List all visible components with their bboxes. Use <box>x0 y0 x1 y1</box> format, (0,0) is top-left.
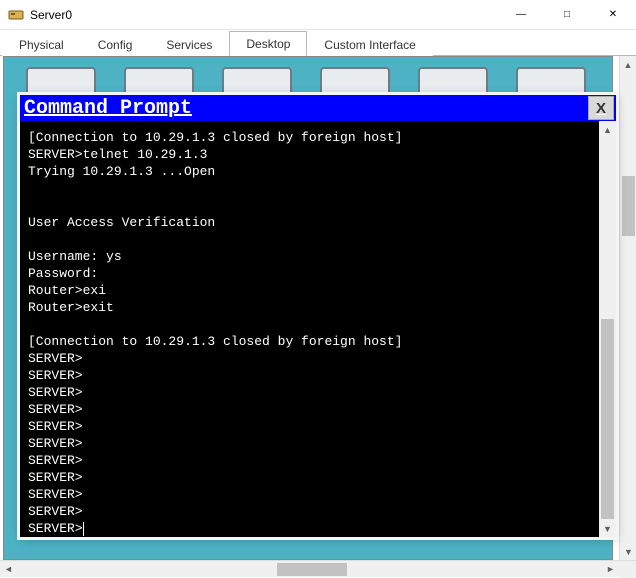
terminal-vertical-scrollbar[interactable]: ▲ ▼ <box>599 121 616 537</box>
command-prompt-window: Command Prompt X [Connection to 10.29.1.… <box>20 95 616 537</box>
tab-config[interactable]: Config <box>81 32 150 56</box>
window-title: Server0 <box>30 8 72 22</box>
scroll-down-icon[interactable]: ▼ <box>620 543 636 560</box>
minimize-button[interactable]: — <box>498 0 544 30</box>
titlebar: Server0 — □ ✕ <box>0 0 636 30</box>
scroll-right-icon[interactable]: ► <box>602 561 619 578</box>
scroll-left-icon[interactable]: ◄ <box>0 561 17 578</box>
scrollbar-corner <box>619 561 636 578</box>
scrollbar-track[interactable] <box>17 561 602 578</box>
app-icon <box>8 7 24 23</box>
scrollbar-thumb[interactable] <box>601 319 614 519</box>
command-prompt-close-button[interactable]: X <box>588 96 614 120</box>
tab-custom-interface[interactable]: Custom Interface <box>307 32 432 56</box>
scrollbar-thumb[interactable] <box>622 176 635 236</box>
tab-physical[interactable]: Physical <box>2 32 81 56</box>
tab-services[interactable]: Services <box>149 32 229 56</box>
tab-desktop[interactable]: Desktop <box>229 31 307 56</box>
maximize-button[interactable]: □ <box>544 0 590 30</box>
command-prompt-titlebar[interactable]: Command Prompt X <box>20 95 616 121</box>
scroll-up-icon[interactable]: ▲ <box>599 121 616 138</box>
command-prompt-title: Command Prompt <box>24 97 192 120</box>
desktop-vertical-scrollbar[interactable]: ▲ ▼ <box>619 56 636 560</box>
scroll-up-icon[interactable]: ▲ <box>620 56 636 73</box>
desktop-horizontal-scrollbar[interactable]: ◄ ► <box>0 560 636 577</box>
terminal-cursor <box>83 522 84 536</box>
tab-strip: Physical Config Services Desktop Custom … <box>0 30 636 56</box>
scrollbar-thumb[interactable] <box>277 563 347 576</box>
scroll-down-icon[interactable]: ▼ <box>599 520 616 537</box>
close-button[interactable]: ✕ <box>590 0 636 30</box>
terminal-output[interactable]: [Connection to 10.29.1.3 closed by forei… <box>20 121 599 537</box>
